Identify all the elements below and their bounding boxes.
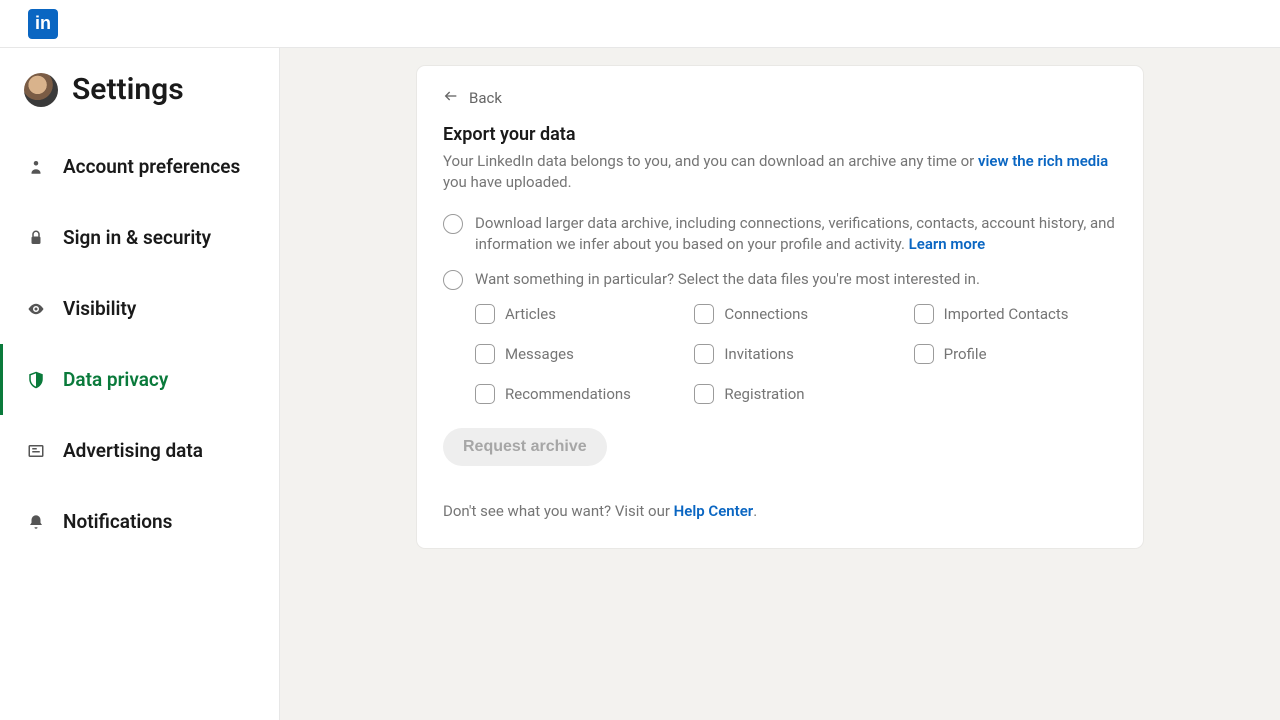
checkbox-input[interactable] — [914, 344, 934, 364]
sidebar-item-label: Data privacy — [63, 368, 168, 391]
sidebar-item-signin-security[interactable]: Sign in & security — [0, 202, 279, 273]
sidebar-item-label: Notifications — [63, 510, 172, 533]
sidebar: Settings Account preferences Sign in & s… — [0, 48, 280, 720]
checkbox-input[interactable] — [914, 304, 934, 324]
checkbox-label: Recommendations — [505, 385, 631, 403]
card-description: Your LinkedIn data belongs to you, and y… — [443, 151, 1117, 193]
radio-label: Download larger data archive, including … — [475, 213, 1117, 255]
back-button[interactable]: Back — [443, 88, 502, 108]
sidebar-item-account-preferences[interactable]: Account preferences — [0, 131, 279, 202]
main-content: Back Export your data Your LinkedIn data… — [280, 48, 1280, 720]
page-title: Settings — [72, 72, 184, 107]
checkbox-label: Articles — [505, 305, 556, 323]
view-rich-media-link[interactable]: view the rich media — [978, 152, 1108, 170]
checkbox-profile[interactable]: Profile — [914, 344, 1117, 364]
checkbox-label: Imported Contacts — [944, 305, 1069, 323]
checkbox-connections[interactable]: Connections — [694, 304, 897, 324]
checkbox-label: Registration — [724, 385, 804, 403]
checkbox-input[interactable] — [694, 384, 714, 404]
card-title: Export your data — [443, 124, 1117, 145]
newspaper-icon — [27, 442, 45, 460]
request-archive-button[interactable]: Request archive — [443, 428, 607, 466]
footer-suffix: . — [753, 502, 757, 520]
sidebar-header: Settings — [0, 72, 279, 131]
checkbox-registration[interactable]: Registration — [694, 384, 897, 404]
lock-icon — [27, 229, 45, 247]
checkbox-input[interactable] — [475, 304, 495, 324]
person-icon — [27, 158, 45, 176]
shield-icon — [27, 371, 45, 389]
export-data-card: Back Export your data Your LinkedIn data… — [417, 66, 1143, 548]
arrow-left-icon — [443, 88, 459, 108]
checkbox-label: Invitations — [724, 345, 793, 363]
back-label: Back — [469, 89, 502, 107]
learn-more-link[interactable]: Learn more — [909, 235, 986, 253]
topbar: in — [0, 0, 1280, 48]
desc-text: Your LinkedIn data belongs to you, and y… — [443, 152, 978, 170]
desc-text-suffix: you have uploaded. — [443, 173, 572, 191]
checkbox-recommendations[interactable]: Recommendations — [475, 384, 678, 404]
checkbox-input[interactable] — [694, 344, 714, 364]
sidebar-item-label: Account preferences — [63, 155, 240, 178]
sidebar-item-label: Sign in & security — [63, 226, 211, 249]
checkbox-label: Connections — [724, 305, 808, 323]
checkbox-grid: Articles Connections Imported Contacts M… — [443, 304, 1117, 404]
bell-icon — [27, 513, 45, 531]
radio-label: Want something in particular? Select the… — [475, 269, 980, 290]
checkbox-imported-contacts[interactable]: Imported Contacts — [914, 304, 1117, 324]
checkbox-input[interactable] — [694, 304, 714, 324]
radio1-text: Download larger data archive, including … — [475, 214, 1115, 253]
radio-input[interactable] — [443, 270, 463, 290]
sidebar-item-label: Advertising data — [63, 439, 203, 462]
avatar[interactable] — [24, 73, 58, 107]
footer-prefix: Don't see what you want? Visit our — [443, 502, 674, 520]
linkedin-logo-icon[interactable]: in — [28, 9, 58, 39]
checkbox-messages[interactable]: Messages — [475, 344, 678, 364]
sidebar-item-label: Visibility — [63, 297, 136, 320]
checkbox-label: Profile — [944, 345, 987, 363]
help-center-link[interactable]: Help Center — [674, 502, 754, 520]
checkbox-articles[interactable]: Articles — [475, 304, 678, 324]
radio-option-full-archive[interactable]: Download larger data archive, including … — [443, 213, 1117, 255]
sidebar-item-notifications[interactable]: Notifications — [0, 486, 279, 557]
radio-input[interactable] — [443, 214, 463, 234]
radio-option-specific[interactable]: Want something in particular? Select the… — [443, 269, 1117, 290]
checkbox-invitations[interactable]: Invitations — [694, 344, 897, 364]
sidebar-item-data-privacy[interactable]: Data privacy — [0, 344, 279, 415]
sidebar-item-visibility[interactable]: Visibility — [0, 273, 279, 344]
checkbox-label: Messages — [505, 345, 574, 363]
footer-text: Don't see what you want? Visit our Help … — [443, 502, 1117, 520]
checkbox-input[interactable] — [475, 344, 495, 364]
eye-icon — [27, 300, 45, 318]
sidebar-item-advertising-data[interactable]: Advertising data — [0, 415, 279, 486]
checkbox-input[interactable] — [475, 384, 495, 404]
